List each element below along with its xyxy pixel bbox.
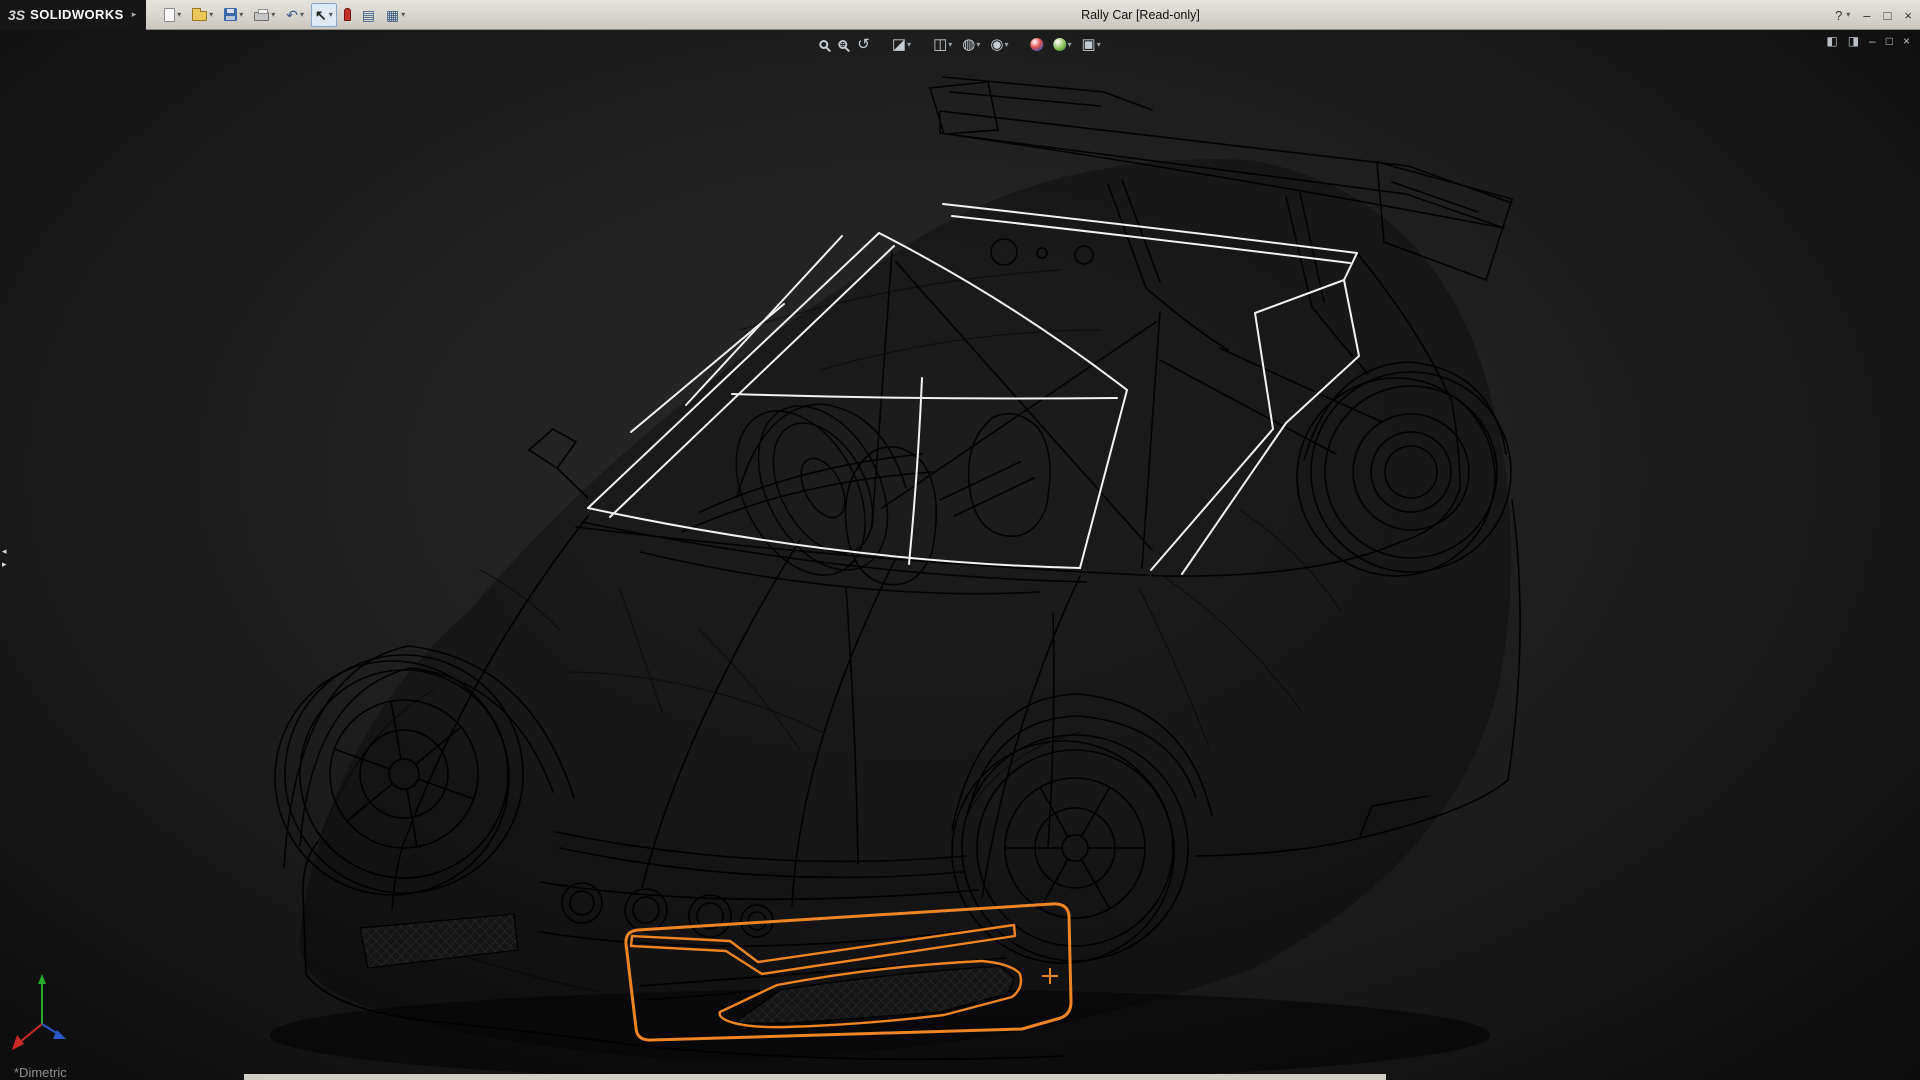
heads-up-view-toolbar: ↺ ◪ ▾ ◫ ▾ ◍ ▾ ◉ ▾ ▾ ▣ ▾: [815, 35, 1104, 54]
section-view-button[interactable]: ◪ ▾: [888, 35, 915, 54]
edit-appearance-button[interactable]: [1026, 36, 1047, 53]
view-orientation-icon: ◫: [933, 37, 947, 52]
open-document-button[interactable]: ▾: [188, 3, 217, 27]
chevron-down-icon[interactable]: ▾: [271, 10, 275, 19]
hide-show-items-icon: ◉: [990, 37, 1003, 52]
expand-tree-arrow-icon[interactable]: ▸: [0, 559, 9, 570]
zoom-to-fit-icon: [819, 40, 828, 49]
view-settings-button[interactable]: ▣ ▾: [1078, 35, 1105, 54]
apply-scene-icon: [1053, 38, 1066, 51]
apply-scene-button[interactable]: ▾: [1049, 36, 1075, 53]
title-bar: 3S SOLIDWORKS ▸ ▾ ▾ ▾ ▾ ↶ ▾ ↖ ▾: [0, 0, 1920, 30]
display-style-icon: ◍: [962, 37, 975, 52]
chevron-down-icon[interactable]: ▾: [1097, 40, 1101, 49]
chevron-down-icon[interactable]: ▾: [1067, 40, 1071, 49]
zoom-to-fit-button[interactable]: [815, 38, 832, 51]
model-wireframe-rally-car[interactable]: [0, 30, 1920, 1080]
close-window-button[interactable]: ×: [1904, 9, 1912, 22]
view-settings-icon: ▣: [1082, 37, 1096, 52]
chevron-down-icon[interactable]: ▾: [177, 10, 181, 19]
printer-icon: [254, 12, 269, 21]
save-disk-icon: [224, 8, 237, 21]
reference-triad: [8, 972, 78, 1052]
standard-toolbar: ▾ ▾ ▾ ▾ ↶ ▾ ↖ ▾ ▤ ▦ ▾: [160, 3, 409, 27]
sheet-icon: ▦: [386, 8, 399, 22]
undo-button[interactable]: ↶ ▾: [282, 3, 308, 27]
restore-document-button[interactable]: □: [1886, 35, 1893, 47]
solidworks-logo[interactable]: 3S SOLIDWORKS ▸: [0, 0, 146, 30]
component-icon: [344, 8, 351, 21]
select-cursor-icon: ↖: [315, 8, 327, 22]
edit-appearance-icon: [1030, 38, 1043, 51]
brand-mark: 3S: [8, 7, 25, 23]
previous-view-icon: ↺: [857, 37, 870, 52]
chevron-down-icon[interactable]: ▾: [1846, 11, 1850, 19]
chevron-down-icon[interactable]: ▾: [209, 10, 213, 19]
window-controls: ? ▾ – □ ×: [1835, 0, 1912, 30]
chevron-down-icon[interactable]: ▾: [907, 40, 911, 49]
save-button[interactable]: ▾: [220, 3, 247, 27]
minimize-document-button[interactable]: –: [1869, 35, 1876, 47]
new-document-button[interactable]: ▾: [160, 3, 185, 27]
component-tool-button[interactable]: [340, 3, 355, 27]
collapse-tree-arrow-icon[interactable]: ◂: [0, 546, 9, 557]
brand-name: SOLIDWORKS: [30, 7, 124, 22]
menu-expand-arrow-icon[interactable]: ▸: [132, 9, 137, 20]
chevron-down-icon[interactable]: ▾: [300, 10, 304, 19]
previous-view-button[interactable]: ↺: [853, 35, 874, 54]
maximize-window-button[interactable]: □: [1884, 9, 1892, 22]
feature-tree-flyout: ◂ ▸: [0, 546, 9, 570]
zoom-to-area-icon: [838, 40, 847, 49]
display-style-button[interactable]: ◍ ▾: [958, 35, 984, 54]
chevron-down-icon[interactable]: ▾: [976, 40, 980, 49]
help-button[interactable]: ?: [1835, 9, 1842, 22]
document-window-controls: ◧ ◨ – □ ×: [1826, 35, 1910, 47]
pane-right-icon[interactable]: ◨: [1848, 35, 1859, 47]
open-folder-icon: [192, 11, 207, 21]
section-view-icon: ◪: [892, 37, 906, 52]
document-title: Rally Car [Read-only]: [1081, 8, 1200, 22]
close-document-button[interactable]: ×: [1903, 35, 1910, 47]
design-table-button[interactable]: ▤: [358, 3, 379, 27]
undo-icon: ↶: [286, 8, 298, 22]
sheet-format-button[interactable]: ▦ ▾: [382, 3, 409, 27]
print-button[interactable]: ▾: [250, 3, 279, 27]
hide-show-items-button[interactable]: ◉ ▾: [986, 35, 1012, 54]
table-icon: ▤: [362, 8, 375, 22]
chevron-down-icon[interactable]: ▾: [401, 10, 405, 19]
select-tool-button[interactable]: ↖ ▾: [311, 3, 337, 27]
chevron-down-icon[interactable]: ▾: [329, 10, 333, 19]
new-document-icon: [164, 8, 175, 22]
pane-left-icon[interactable]: ◧: [1826, 35, 1837, 47]
graphics-viewport[interactable]: ↺ ◪ ▾ ◫ ▾ ◍ ▾ ◉ ▾ ▾ ▣ ▾ ◧ ◨: [0, 30, 1920, 1080]
chevron-down-icon[interactable]: ▾: [239, 10, 243, 19]
status-bar-fragment: [244, 1074, 1386, 1080]
view-orientation-label: *Dimetric: [14, 1065, 67, 1080]
zoom-to-area-button[interactable]: [834, 38, 851, 51]
view-orientation-button[interactable]: ◫ ▾: [929, 35, 956, 54]
chevron-down-icon[interactable]: ▾: [1004, 40, 1008, 49]
minimize-window-button[interactable]: –: [1863, 9, 1870, 22]
chevron-down-icon[interactable]: ▾: [948, 40, 952, 49]
